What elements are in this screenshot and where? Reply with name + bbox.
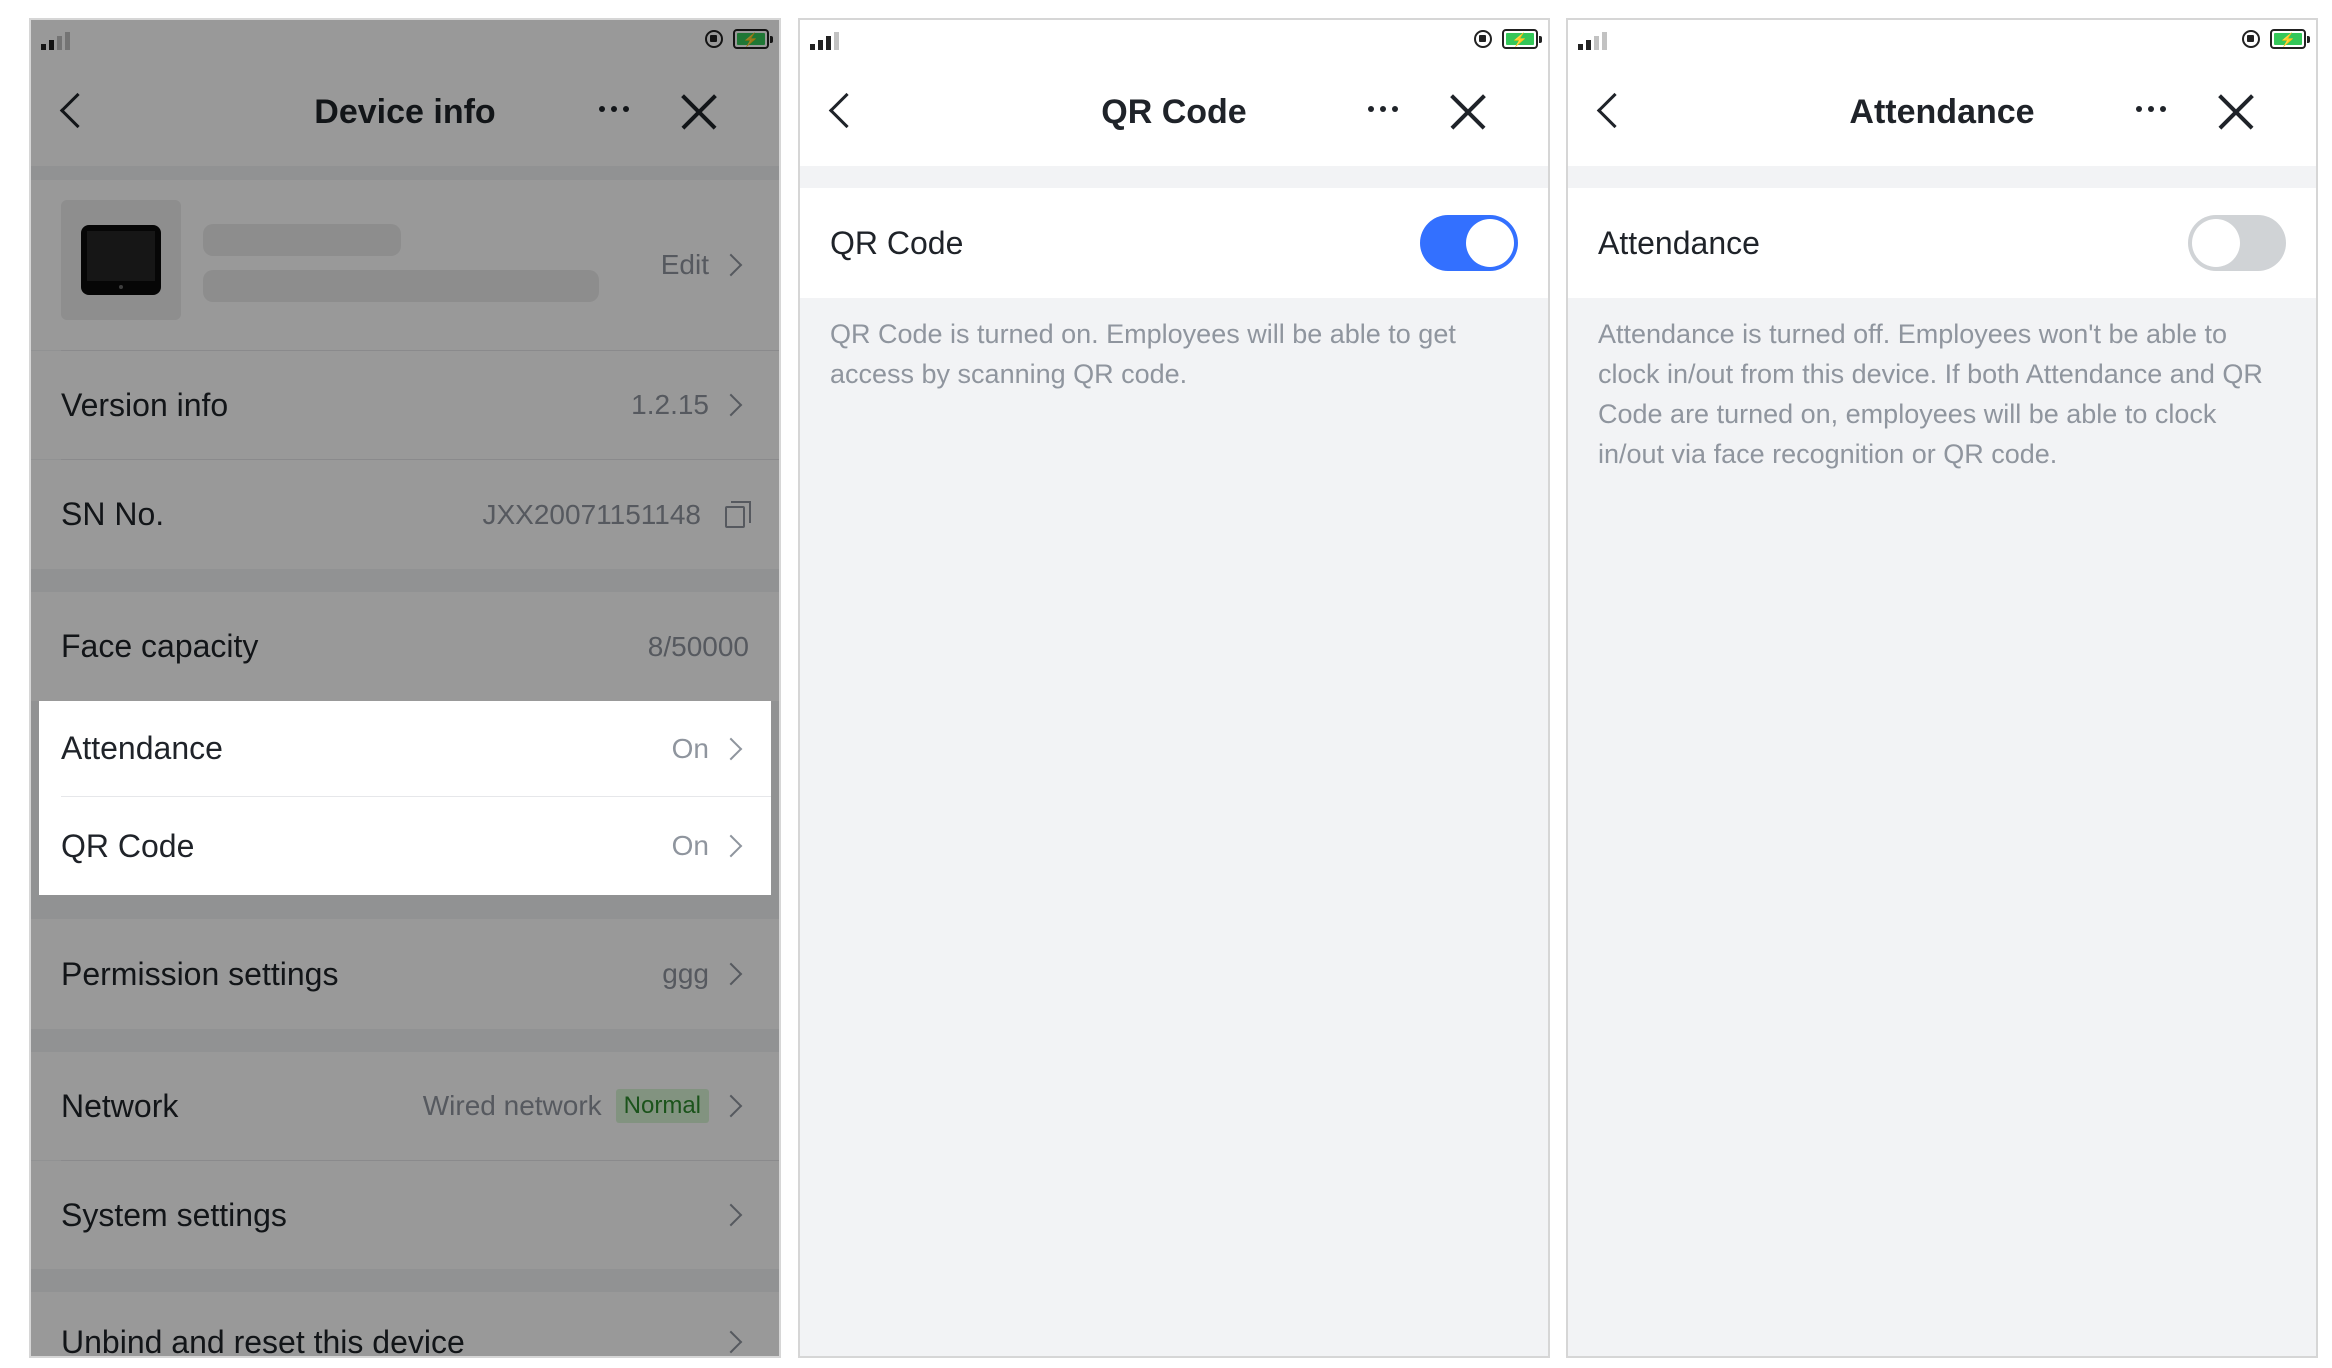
close-icon[interactable] — [1448, 92, 1488, 132]
signal-icon — [810, 30, 839, 50]
attendance-toggle-label: Attendance — [1598, 224, 1760, 261]
status-bar: ⚡ — [1568, 20, 2316, 58]
qr-code-toggle-label: QR Code — [830, 224, 964, 261]
attendance-description: Attendance is turned off. Employees won'… — [1598, 319, 2263, 469]
page-title: Attendance — [1849, 93, 2035, 131]
qr-code-value: On — [671, 830, 709, 861]
qr-code-toggle-row: QR Code — [800, 188, 1548, 298]
more-icon[interactable] — [1368, 106, 1398, 112]
attendance-screen: ⚡ Attendance Attendance Attendance is tu… — [1566, 18, 2318, 1358]
battery-icon: ⚡ — [2270, 29, 2310, 49]
close-icon[interactable] — [2216, 92, 2256, 132]
chevron-right-icon — [719, 737, 743, 760]
dim-overlay — [31, 20, 779, 1356]
qr-code-row[interactable]: QR Code On — [39, 797, 771, 895]
more-icon[interactable] — [2136, 106, 2166, 112]
attendance-toggle-row: Attendance — [1568, 188, 2316, 298]
rotation-lock-icon — [1474, 30, 1492, 48]
nav-bar: Attendance — [1568, 58, 2316, 166]
qr-code-screen: ⚡ QR Code QR Code QR Code is turned on. … — [798, 18, 1550, 1358]
status-bar: ⚡ — [800, 20, 1548, 58]
highlighted-group: Attendance On QR Code On — [39, 701, 771, 895]
device-info-screen: ⚡ Device info Edit Version info 1.2.15 S… — [29, 18, 781, 1358]
attendance-label: Attendance — [61, 730, 223, 766]
page-title: QR Code — [1101, 93, 1247, 131]
qr-code-description: QR Code is turned on. Employees will be … — [830, 319, 1456, 389]
attendance-row[interactable]: Attendance On — [39, 701, 771, 796]
rotation-lock-icon — [2242, 30, 2260, 48]
qr-code-toggle[interactable] — [1420, 215, 1518, 271]
qr-code-label: QR Code — [61, 827, 195, 864]
attendance-toggle[interactable] — [2188, 215, 2286, 271]
signal-icon — [1578, 30, 1607, 50]
nav-bar: QR Code — [800, 58, 1548, 166]
attendance-value: On — [671, 732, 709, 764]
battery-icon: ⚡ — [1502, 29, 1542, 49]
chevron-right-icon — [719, 834, 743, 858]
